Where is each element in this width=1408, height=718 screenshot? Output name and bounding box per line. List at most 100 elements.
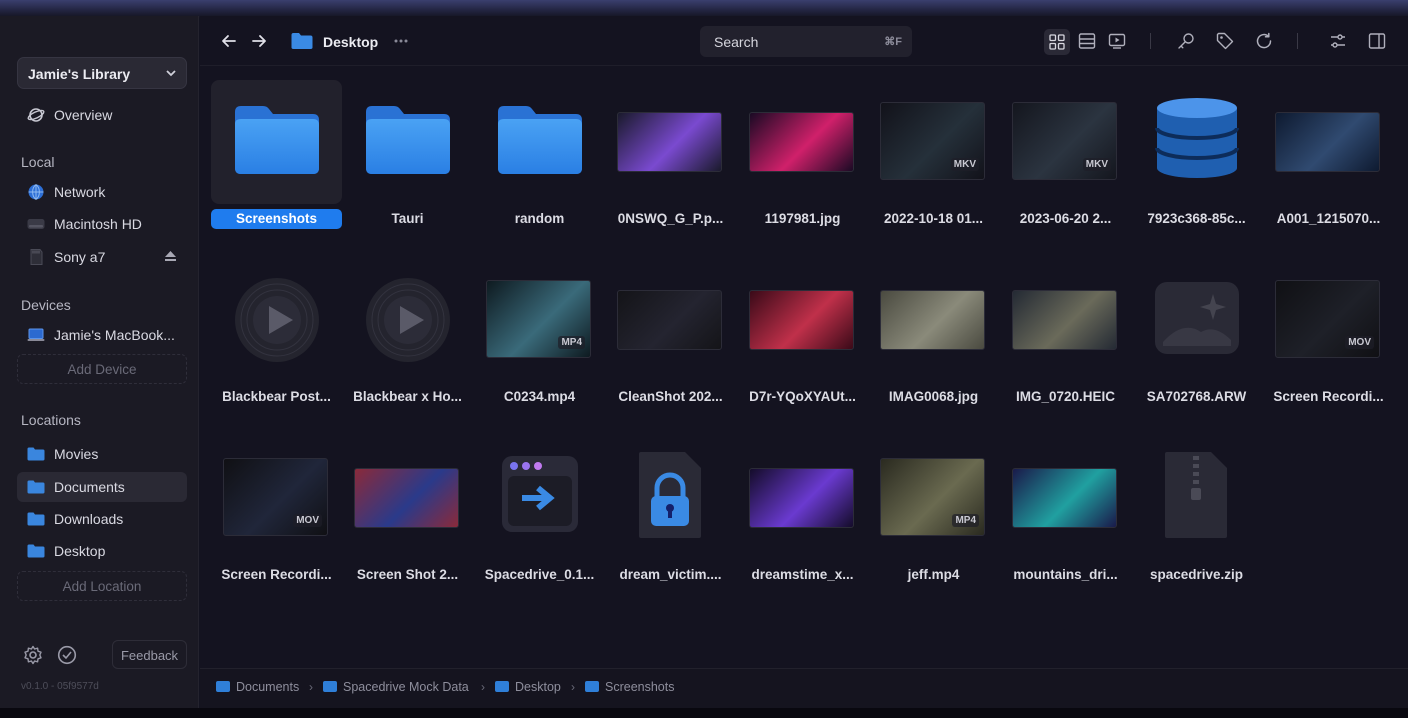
file-item[interactable]: spacedrive.zip (1131, 436, 1262, 606)
path-segment[interactable]: Spacedrive Mock Data (323, 680, 469, 694)
library-switcher[interactable]: Jamie's Library (17, 57, 187, 89)
file-name: 0NSWQ_G_P.p... (617, 211, 724, 226)
file-item[interactable]: IMG_0720.HEIC (1000, 258, 1131, 428)
file-item[interactable]: MOV Screen Recordi... (211, 436, 342, 606)
drive-icon (27, 219, 45, 229)
toolbar-divider (1297, 33, 1298, 49)
file-item[interactable]: MP4 C0234.mp4 (474, 258, 605, 428)
toolbar-divider-line (200, 65, 1408, 66)
sidebar-item-documents[interactable]: Documents (17, 472, 187, 502)
file-item[interactable]: 1197981.jpg (737, 80, 868, 250)
current-folder-title: Desktop (323, 34, 379, 50)
folder-icon (495, 681, 509, 692)
file-item[interactable]: mountains_dri... (1000, 436, 1131, 606)
file-thumbnail (605, 80, 736, 204)
file-thumbnail: MOV (1263, 258, 1394, 382)
file-thumbnail: MKV (1000, 80, 1131, 204)
image-preview (617, 112, 722, 172)
file-type-badge: MP4 (952, 514, 979, 527)
file-item[interactable]: Spacedrive_0.1... (474, 436, 605, 606)
file-item[interactable]: Blackbear x Ho... (342, 258, 473, 428)
file-item[interactable]: IMAG0068.jpg (868, 258, 999, 428)
image-preview (749, 468, 854, 528)
image-preview (1012, 468, 1117, 528)
sidebar-item-macbook[interactable]: Jamie's MacBook... (17, 320, 187, 350)
forward-arrow-icon[interactable] (250, 32, 268, 50)
gear-icon[interactable] (23, 645, 43, 665)
file-thumbnail (1263, 80, 1394, 204)
sidebar-item-macintosh-hd[interactable]: Macintosh HD (17, 209, 187, 239)
tag-icon[interactable] (1216, 32, 1234, 50)
sidebar-item-network[interactable]: Network (17, 177, 187, 207)
add-location-button[interactable]: Add Location (17, 571, 187, 601)
file-name: Screen Recordi... (1273, 389, 1384, 404)
sliders-icon[interactable] (1329, 32, 1347, 50)
path-chevron-icon: › (309, 680, 313, 694)
sidebar-item-sony-a7[interactable]: Sony a7 (17, 242, 187, 272)
file-thumbnail (342, 258, 473, 382)
file-item[interactable]: CleanShot 202... (605, 258, 736, 428)
path-chevron-icon: › (481, 680, 485, 694)
sidebar-item-overview[interactable]: Overview (17, 100, 187, 130)
sidebar-toggle-icon[interactable] (1368, 32, 1386, 50)
file-item[interactable]: SA702768.ARW (1131, 258, 1262, 428)
back-arrow-icon[interactable] (220, 32, 238, 50)
file-name: Screen Recordi... (221, 567, 332, 582)
file-item[interactable]: 0NSWQ_G_P.p... (605, 80, 736, 250)
folder-icon (585, 681, 599, 692)
check-circle-icon[interactable] (57, 645, 77, 665)
search-input[interactable]: Search ⌘F (700, 26, 912, 57)
file-thumbnail: MKV (868, 80, 999, 204)
file-item[interactable]: A001_1215070... (1263, 80, 1394, 250)
refresh-icon[interactable] (1255, 32, 1273, 50)
file-name: CleanShot 202... (618, 389, 723, 404)
file-item[interactable]: random (474, 80, 605, 250)
sidebar-item-movies[interactable]: Movies (17, 439, 187, 469)
path-segment[interactable]: Desktop (495, 680, 561, 694)
file-item[interactable]: MKV 2022-10-18 01... (868, 80, 999, 250)
add-device-button[interactable]: Add Device (17, 354, 187, 384)
more-options-icon[interactable] (394, 38, 408, 44)
file-type-badge: MKV (1082, 158, 1111, 171)
sidebar-item-desktop[interactable]: Desktop (17, 536, 187, 566)
feedback-button[interactable]: Feedback (112, 640, 187, 669)
file-name: SA702768.ARW (1146, 389, 1247, 404)
path-chevron-icon: › (571, 680, 575, 694)
file-name: Screenshots (211, 209, 342, 229)
file-item[interactable]: MKV 2023-06-20 2... (1000, 80, 1131, 250)
file-item[interactable]: dreamstime_x... (737, 436, 868, 606)
folder-icon (27, 512, 45, 526)
media-view-icon[interactable] (1108, 32, 1126, 50)
image-preview (1275, 112, 1380, 172)
laptop-icon (27, 328, 45, 341)
file-item[interactable]: D7r-YQoXYAUt... (737, 258, 868, 428)
file-item[interactable]: MOV Screen Recordi... (1263, 258, 1394, 428)
file-thumbnail (474, 80, 605, 204)
folder-icon (291, 33, 313, 49)
image-preview (1012, 290, 1117, 350)
devices-heading: Devices (21, 297, 71, 313)
file-item[interactable]: Screen Shot 2... (342, 436, 473, 606)
desktop-label: Desktop (54, 543, 106, 559)
sidebar-item-downloads[interactable]: Downloads (17, 504, 187, 534)
file-thumbnail (211, 80, 342, 204)
file-thumbnail: MP4 (868, 436, 999, 560)
overview-icon (27, 108, 45, 122)
path-segment[interactable]: Documents (216, 680, 299, 694)
file-type-badge: MOV (1345, 336, 1374, 349)
list-view-icon[interactable] (1078, 32, 1096, 50)
file-item[interactable]: Screenshots (211, 80, 342, 250)
movies-label: Movies (54, 446, 99, 462)
eject-icon[interactable] (164, 250, 177, 262)
folder-icon (27, 480, 45, 494)
key-icon[interactable] (1177, 32, 1195, 50)
grid-view-button[interactable] (1044, 29, 1070, 55)
file-item[interactable]: 7923c368-85c... (1131, 80, 1262, 250)
toolbar-divider (1150, 33, 1151, 49)
file-item[interactable]: Blackbear Post... (211, 258, 342, 428)
folder-icon (27, 447, 45, 461)
path-segment[interactable]: Screenshots (585, 680, 674, 694)
file-item[interactable]: dream_victim.... (605, 436, 736, 606)
file-item[interactable]: MP4 jeff.mp4 (868, 436, 999, 606)
file-item[interactable]: Tauri (342, 80, 473, 250)
